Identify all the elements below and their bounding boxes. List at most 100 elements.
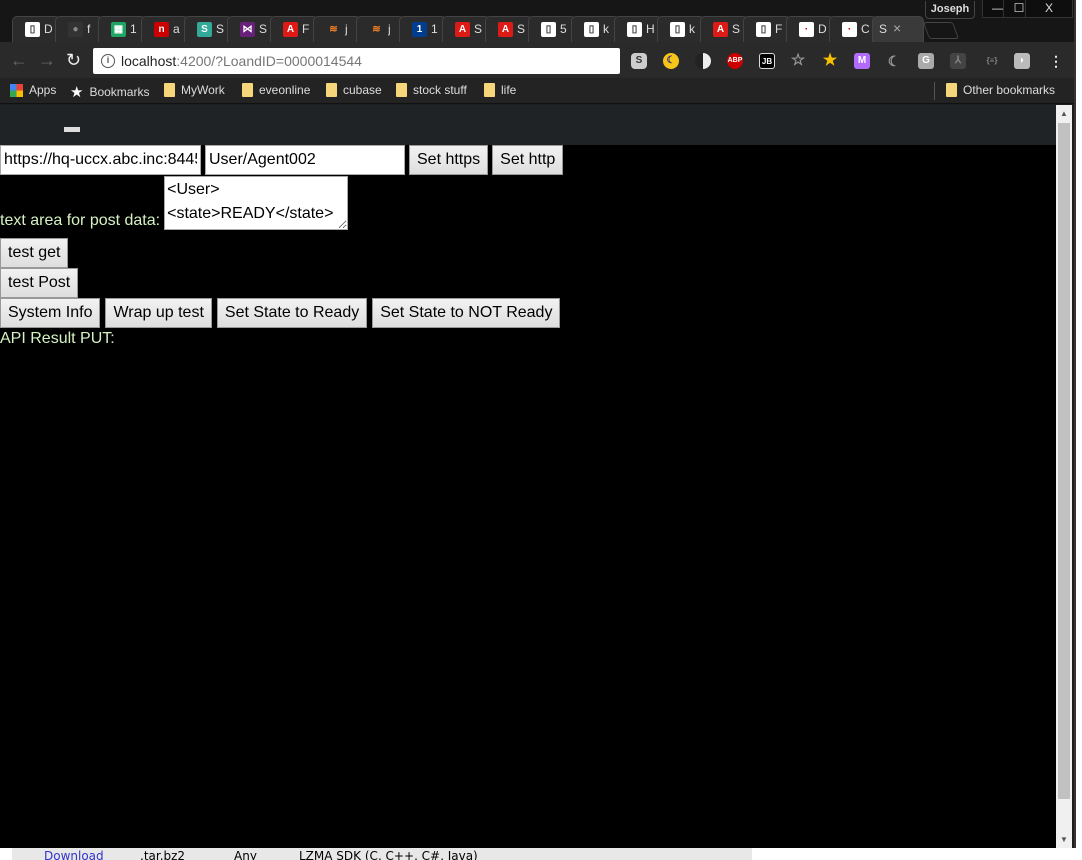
bookmark-mywork[interactable]: MyWork [164,83,225,97]
s-circle-icon: S [197,22,212,37]
tab-title: D [44,22,52,36]
browser-tab[interactable]: · D [786,16,834,42]
forward-icon[interactable]: → [38,50,56,71]
test-get-button[interactable]: test get [0,238,69,268]
browser-tab[interactable]: S × [872,16,924,42]
browser-tab[interactable]: SS [184,16,232,42]
n-icon: n [154,22,169,37]
base-url-input[interactable] [0,145,201,175]
test-post-button[interactable]: test Post [0,268,79,298]
page-icon: ▯ [584,22,599,37]
scroll-down-icon[interactable]: ▼ [1060,835,1068,844]
tab-title: S [732,22,740,36]
bookmark-life[interactable]: life [484,83,516,97]
set-http-button[interactable]: Set http [492,145,564,175]
wrap-up-test-button[interactable]: Wrap up test [105,298,212,328]
cisco-icon: · [799,22,814,37]
dark-moon-icon[interactable]: ☾ [886,53,902,69]
star-filled-icon[interactable]: ★ [822,53,838,69]
s-extension-icon[interactable]: S [631,53,647,69]
bookmark-bookmarks[interactable]: ★ Bookmarks [70,83,149,101]
post-data-textarea[interactable] [164,176,349,230]
scrollbar-thumb[interactable] [1058,123,1070,799]
folder-icon [396,83,407,97]
1and1-icon: 1 [412,22,427,37]
tab-title: S [879,22,888,36]
browser-tab[interactable]: ▯ 5 [528,16,576,42]
menu-toggle[interactable] [64,127,80,132]
json-icon[interactable]: {≡} [982,53,1002,69]
tab-title: f [87,22,91,36]
browser-tab[interactable]: AS [442,16,490,42]
page-content: Set https Set http text area for post da… [0,105,1056,848]
browser-tab[interactable]: AS [700,16,748,42]
browser-tab[interactable]: ▯ F [743,16,791,42]
folder-icon [326,83,337,97]
system-info-button[interactable]: System Info [0,298,101,328]
browser-tab[interactable]: ▦ 1 [98,16,146,42]
g-icon[interactable]: G [918,53,934,69]
tab-title: j [388,22,391,36]
browser-tab[interactable]: ⋈ S [227,16,275,42]
tab-title: D [818,22,826,36]
browser-tab[interactable]: ≋ j [356,16,404,42]
bookmark-other[interactable]: Other bookmarks [946,83,1055,97]
tab-title: k [689,22,695,36]
tab-title: F [775,22,783,36]
set-https-button[interactable]: Set https [409,145,489,175]
m-bookmark-icon[interactable]: M [854,53,870,69]
browser-tab[interactable]: ▯ k [657,16,705,42]
stackoverflow-icon: ≋ [372,24,381,35]
scroll-up-icon[interactable]: ▲ [1060,109,1068,118]
shield-icon[interactable]: ◗ [1014,53,1030,69]
contrast-icon[interactable] [695,53,711,69]
menu-dots-icon[interactable]: ⋮ [1048,53,1064,69]
browser-tab[interactable]: ≋ j [313,16,361,42]
profile-button[interactable]: Joseph [925,1,975,19]
github-icon: ● [68,22,83,37]
bookmark-apps[interactable]: Apps [10,83,56,97]
tab-strip: ▯ D ● f ▦ 1 n a S S ⋈ S A F ≋ j ≋ j 1 1 A S A S ▯ 5 ▯ k ▯ H ▯ k A S ▯ F · D · C… [0,0,1074,42]
moon-icon[interactable]: ☾ [663,53,679,69]
adblock-icon[interactable]: ABP [727,53,743,69]
browser-tab[interactable]: ▯ D [12,16,60,42]
address-bar[interactable]: i localhost:4200/?LoandID=0000014544 [93,48,620,74]
page-icon: ▯ [670,22,685,37]
jetbrains-icon[interactable]: JB [759,53,775,69]
bookmark-eveonline[interactable]: eveonline [242,83,310,97]
browser-tab[interactable]: ▯ k [571,16,619,42]
info-icon[interactable]: i [101,54,115,68]
folder-icon [484,83,495,97]
bookmarks-bar: Apps ★ Bookmarks MyWork eveonline cubase stock… [0,78,1074,104]
browser-tab[interactable]: ● f [55,16,103,42]
pdf-icon[interactable]: ⅄ [950,53,966,69]
page-scrollbar[interactable]: ▲ ▼ [1056,105,1072,848]
bookmark-cubase[interactable]: cubase [326,83,382,97]
browser-tab[interactable]: na [141,16,189,42]
new-tab-button[interactable] [922,22,960,39]
bookmark-stock-stuff[interactable]: stock stuff [396,83,467,97]
browser-tab[interactable]: ▯ H [614,16,662,42]
page-icon: ▯ [541,22,556,37]
visual-studio-icon: ⋈ [240,22,255,37]
tab-title: S [259,22,267,36]
close-tab-icon[interactable]: × [893,20,901,36]
angular-icon: A [455,22,470,37]
page-icon: ▯ [25,22,40,37]
folder-icon [946,83,957,97]
tab-title: C [861,22,869,36]
tab-title: j [345,22,348,36]
back-icon[interactable]: ← [10,50,28,71]
browser-tab[interactable]: · C [829,16,877,42]
api-path-input[interactable] [205,145,405,175]
close-window-button[interactable]: X [1025,0,1073,18]
browser-tab[interactable]: 11 [399,16,447,42]
browser-tab[interactable]: AS [485,16,533,42]
folder-icon [164,83,175,97]
folder-icon [242,83,253,97]
star-outline-icon[interactable]: ☆ [790,53,806,69]
set-not-ready-button[interactable]: Set State to NOT Ready [372,298,561,328]
reload-icon[interactable]: ↻ [66,50,81,71]
set-ready-button[interactable]: Set State to Ready [216,298,368,328]
browser-tab[interactable]: AF [270,16,318,42]
